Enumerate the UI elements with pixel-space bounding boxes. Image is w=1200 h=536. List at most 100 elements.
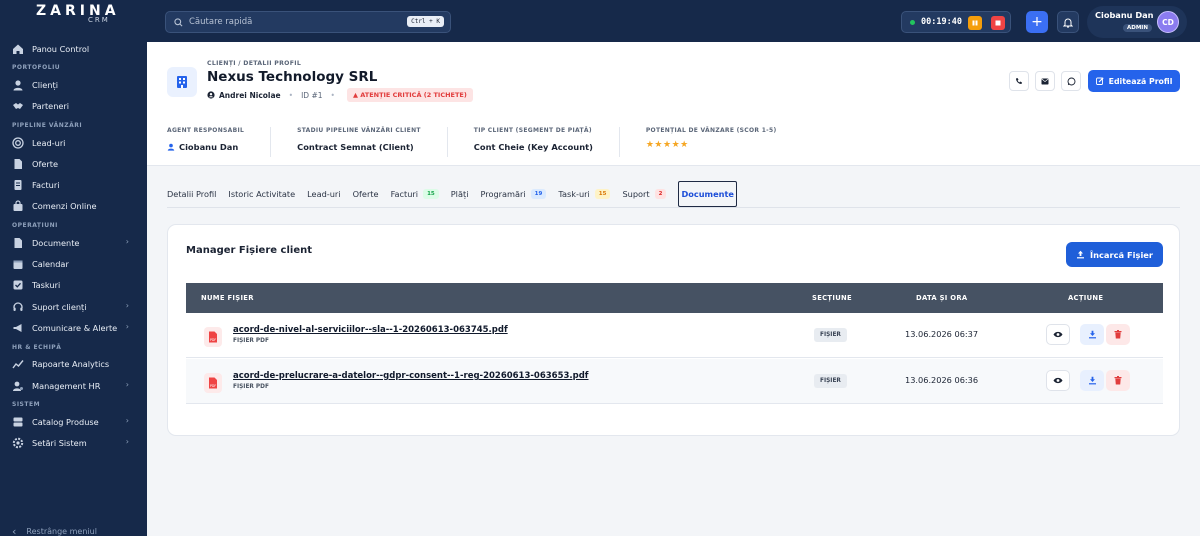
user-name: Ciobanu Dan bbox=[1095, 10, 1154, 20]
sidebar-section: OPERAȚIUNI bbox=[12, 222, 58, 230]
sidebar-item-label: Comunicare & Alerte bbox=[32, 322, 118, 333]
sidebar-item-clienti[interactable]: Clienți bbox=[0, 74, 147, 95]
call-button[interactable] bbox=[1009, 71, 1029, 91]
sidebar-item-lead-uri[interactable]: Lead-uri bbox=[0, 132, 147, 153]
sidebar-item-label: Panou Control bbox=[32, 43, 90, 54]
profile-stats: AGENT RESPONSABIL Ciobanu Dan STADIU PIP… bbox=[167, 127, 828, 157]
bell-icon bbox=[1063, 18, 1073, 28]
column-header: DATA ȘI ORA bbox=[916, 294, 968, 302]
page-title: Nexus Technology SRL bbox=[207, 69, 378, 85]
stat-value: Ciobanu Dan bbox=[167, 142, 244, 152]
critical-alert-badge[interactable]: ▲ ATENȚIE CRITICĂ (2 TICHETE) bbox=[346, 88, 473, 102]
tab-count-badge: 15 bbox=[423, 189, 439, 199]
agent-name: Ciobanu Dan bbox=[179, 142, 239, 152]
collapse-menu-button[interactable]: ‹ Restrânge meniul bbox=[12, 525, 97, 536]
sidebar-nav: Panou Control PORTOFOLIU Clienți Partene… bbox=[0, 38, 147, 454]
delete-file-button[interactable] bbox=[1106, 370, 1130, 391]
user-circle-icon bbox=[207, 91, 215, 99]
home-icon bbox=[12, 43, 24, 55]
sidebar-item-label: Clienți bbox=[32, 79, 58, 90]
brand-sub: CRM bbox=[88, 16, 110, 24]
view-file-button[interactable] bbox=[1046, 324, 1070, 345]
contact-person[interactable]: Andrei Nicolae bbox=[219, 91, 281, 100]
delete-file-button[interactable] bbox=[1106, 324, 1130, 345]
checkbox-icon bbox=[12, 279, 24, 291]
file-manager-card: Manager Fișiere client Încarcă Fișier NU… bbox=[167, 224, 1180, 436]
file-name-link[interactable]: acord-de-prelucrare-a-datelor--gdpr-cons… bbox=[233, 371, 589, 381]
sidebar-item-suport-clienti[interactable]: Suport clienți › bbox=[0, 296, 147, 317]
sidebar-item-calendar[interactable]: Calendar bbox=[0, 253, 147, 274]
file-name-link[interactable]: acord-de-nivel-al-serviciilor--sla--1-20… bbox=[233, 325, 508, 335]
stat-agent: AGENT RESPONSABIL Ciobanu Dan bbox=[167, 127, 272, 157]
sidebar-item-documente[interactable]: Documente › bbox=[0, 232, 147, 253]
sidebar-item-catalog-produse[interactable]: Catalog Produse › bbox=[0, 411, 147, 432]
svg-text:PDF: PDF bbox=[210, 338, 216, 342]
file-date: 13.06.2026 06:37 bbox=[905, 329, 979, 339]
download-file-button[interactable] bbox=[1080, 324, 1104, 345]
target-icon bbox=[12, 136, 24, 149]
chevron-right-icon: › bbox=[125, 437, 129, 447]
file-date: 13.06.2026 06:36 bbox=[905, 375, 979, 385]
client-id: ID #1 bbox=[301, 90, 323, 100]
sidebar-item-parteneri[interactable]: Parteneri bbox=[0, 96, 147, 117]
chevron-right-icon: › bbox=[125, 237, 129, 247]
whatsapp-button[interactable] bbox=[1061, 71, 1081, 91]
stop-timer-button[interactable] bbox=[991, 16, 1005, 30]
handshake-icon bbox=[12, 100, 24, 112]
invoice-icon bbox=[12, 179, 24, 191]
sidebar-item-taskuri[interactable]: Taskuri bbox=[0, 275, 147, 296]
user-menu[interactable]: Ciobanu Dan ADMIN CD bbox=[1087, 6, 1187, 38]
notifications-button[interactable] bbox=[1057, 11, 1079, 33]
gear-icon bbox=[12, 437, 24, 449]
edit-profile-button[interactable]: Editează Profil bbox=[1088, 70, 1180, 92]
tab-plati[interactable]: Plăți bbox=[451, 181, 469, 207]
layers-icon bbox=[12, 416, 24, 428]
search-input[interactable] bbox=[189, 17, 409, 27]
upload-file-button[interactable]: Încarcă Fișier bbox=[1066, 242, 1163, 267]
tab-count-badge: 19 bbox=[530, 189, 547, 199]
tab-task-uri[interactable]: Task-uri 15 bbox=[558, 181, 611, 207]
sidebar-item-label: Catalog Produse bbox=[32, 416, 99, 427]
sidebar-item-setari-sistem[interactable]: Setări Sistem › bbox=[0, 432, 147, 453]
pause-timer-button[interactable] bbox=[968, 16, 982, 30]
logo[interactable]: ZARINA CRM bbox=[0, 0, 147, 40]
tab-suport[interactable]: Suport 2 bbox=[622, 181, 667, 207]
stat-label: TIP CLIENT (SEGMENT DE PIAȚĂ) bbox=[473, 127, 592, 134]
sidebar-item-comunicare-alerte[interactable]: Comunicare & Alerte › bbox=[0, 317, 147, 338]
sidebar: ZARINA CRM Panou Control PORTOFOLIU Clie… bbox=[0, 0, 147, 536]
tab-istoric-activitate[interactable]: Istoric Activitate bbox=[228, 181, 295, 207]
document-icon bbox=[12, 158, 24, 170]
chevron-right-icon: › bbox=[125, 416, 129, 426]
stat-value: Contract Semnat (Client) bbox=[297, 142, 414, 152]
sidebar-item-label: Calendar bbox=[32, 259, 69, 270]
sidebar-item-comenzi-online[interactable]: Comenzi Online bbox=[0, 196, 147, 217]
tab-oferte[interactable]: Oferte bbox=[353, 181, 379, 207]
sidebar-section: HR & ECHIPĂ bbox=[12, 343, 62, 351]
sidebar-item-panou-control[interactable]: Panou Control bbox=[0, 38, 147, 59]
sidebar-item-rapoarte-analytics[interactable]: Rapoarte Analytics bbox=[0, 354, 147, 375]
view-file-button[interactable] bbox=[1046, 370, 1070, 391]
tab-lead-uri[interactable]: Lead-uri bbox=[307, 181, 340, 207]
download-file-button[interactable] bbox=[1080, 370, 1104, 391]
sidebar-item-label: Management HR bbox=[32, 380, 101, 391]
sidebar-section: PORTOFOLIU bbox=[12, 64, 61, 72]
meta-separator: • bbox=[288, 90, 294, 100]
quick-add-button[interactable]: + bbox=[1026, 11, 1048, 33]
sidebar-item-oferte[interactable]: Oferte bbox=[0, 153, 147, 174]
column-header: ACȚIUNE bbox=[1068, 294, 1104, 302]
column-header: SECȚIUNE bbox=[812, 294, 852, 302]
stat-label: STADIU PIPELINE VÂNZĂRI CLIENT bbox=[297, 127, 421, 134]
email-button[interactable] bbox=[1035, 71, 1055, 91]
file-type: FIȘIER PDF bbox=[233, 384, 269, 390]
phone-icon bbox=[1016, 78, 1022, 84]
section-badge: FIȘIER bbox=[814, 374, 847, 388]
search-box[interactable]: Ctrl + K bbox=[165, 11, 451, 33]
tab-label: Suport bbox=[622, 189, 650, 199]
tab-documente[interactable]: Documente bbox=[678, 181, 737, 207]
tab-facturi[interactable]: Facturi 15 bbox=[391, 181, 439, 207]
tab-programari[interactable]: Programări 19 bbox=[480, 181, 547, 207]
sidebar-item-facturi[interactable]: Facturi bbox=[0, 174, 147, 195]
tab-detalii-profil[interactable]: Detalii Profil bbox=[167, 181, 216, 207]
tab-label: Documente bbox=[681, 189, 734, 199]
sidebar-item-management-hr[interactable]: Management HR › bbox=[0, 375, 147, 396]
